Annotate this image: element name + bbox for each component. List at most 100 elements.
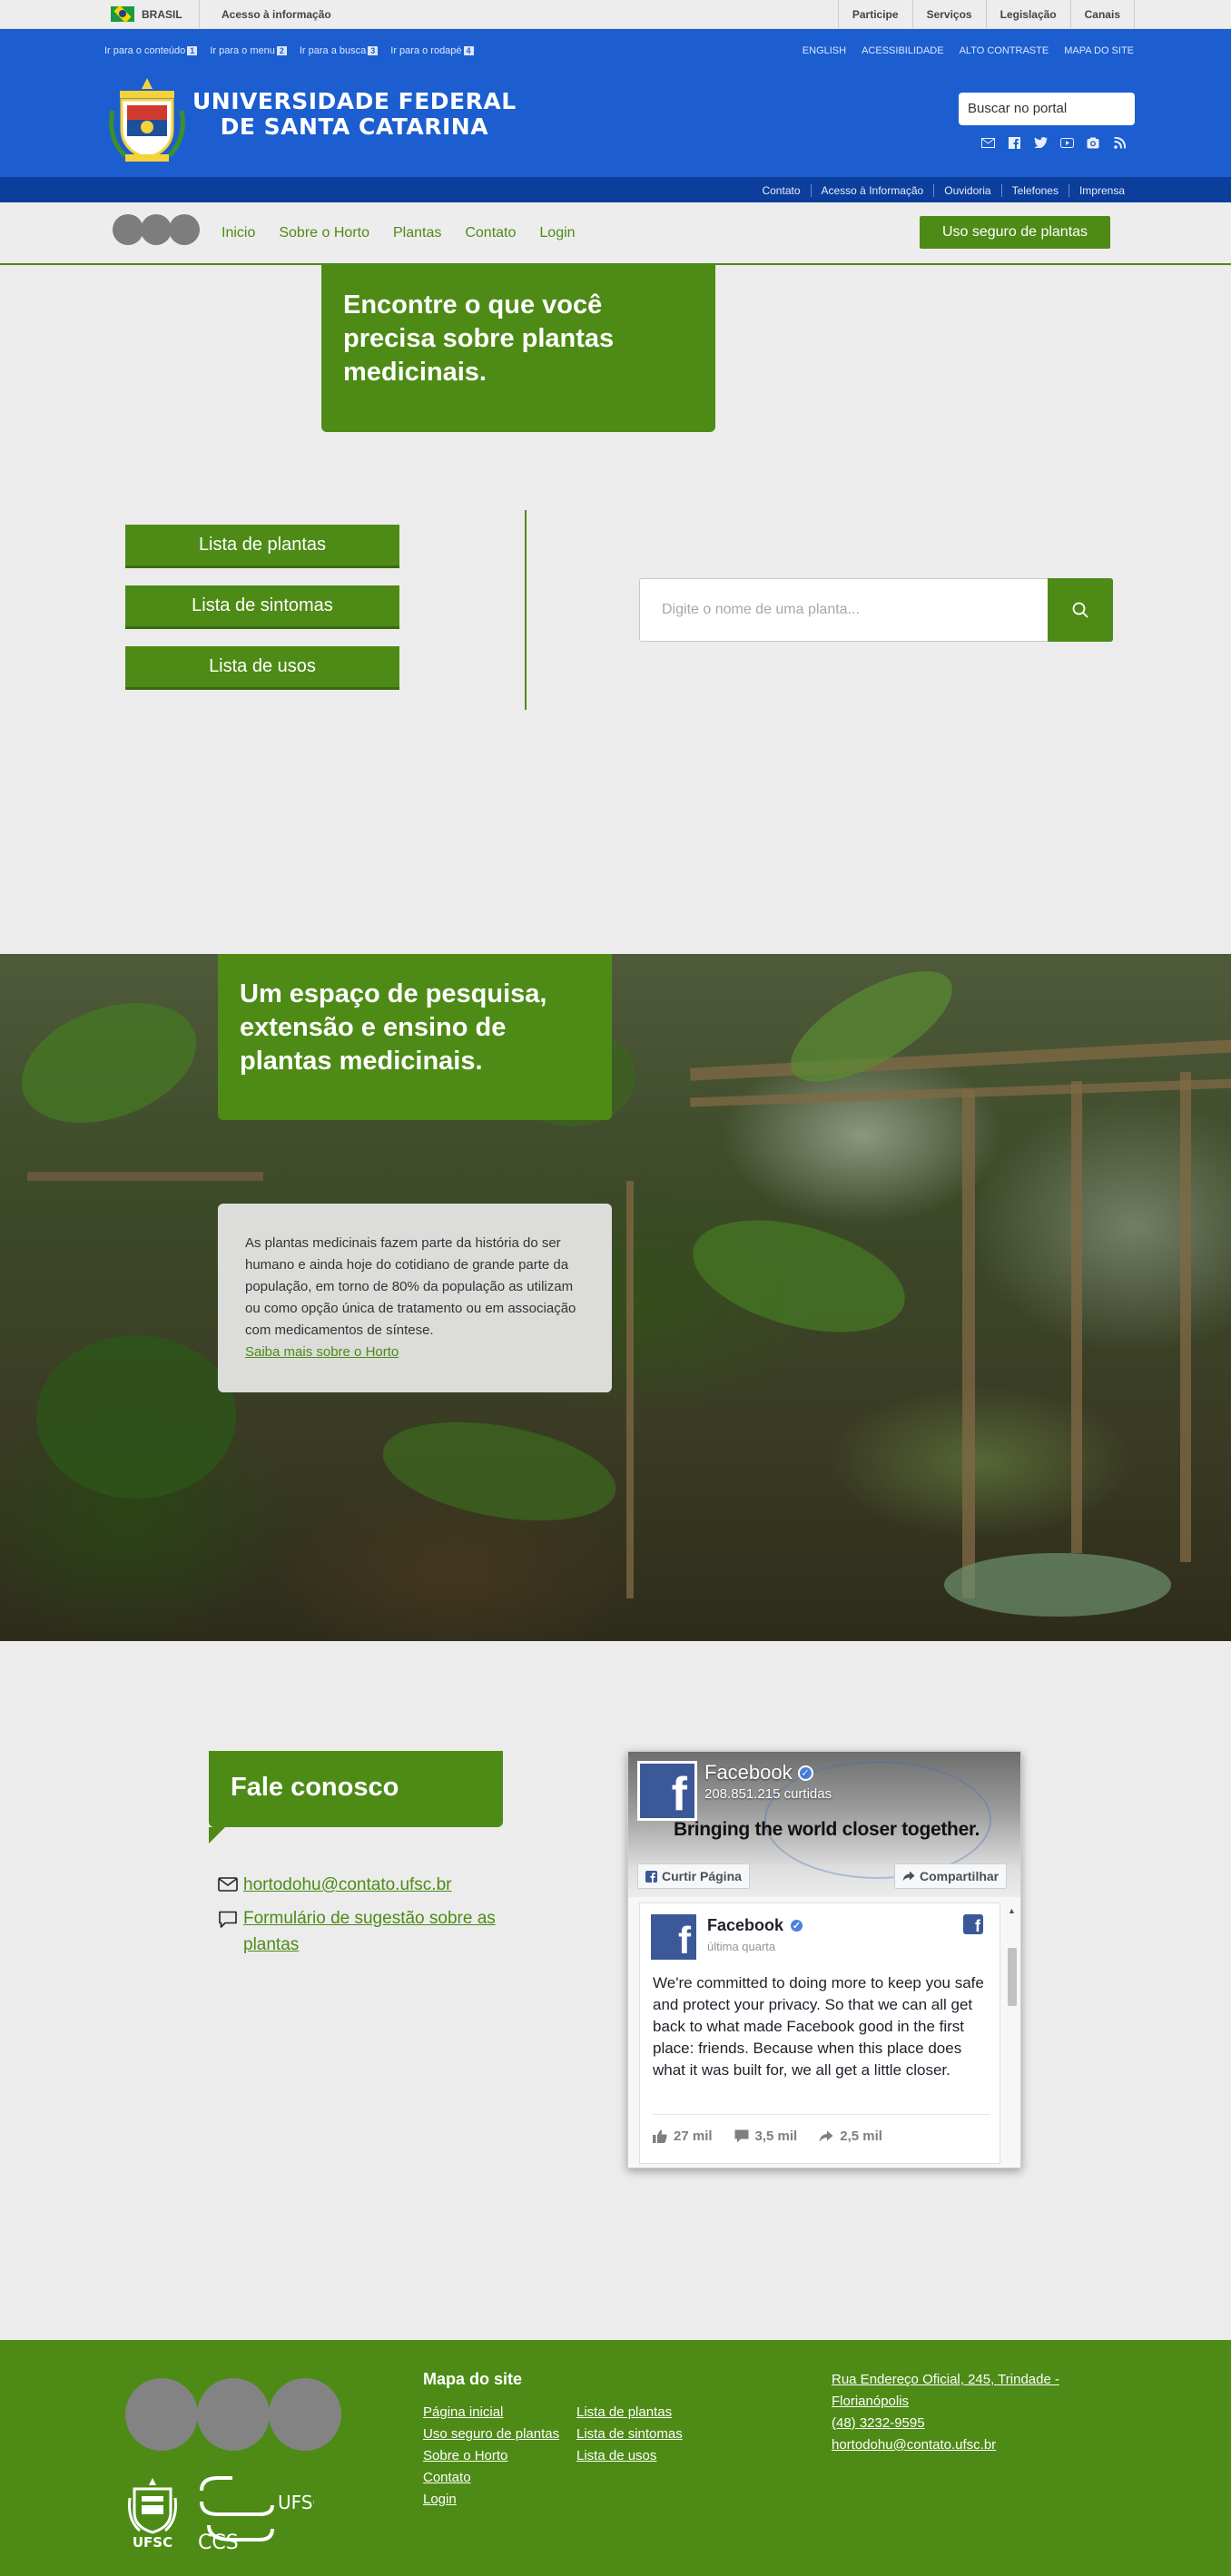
plant-list-button[interactable]: Lista de plantas xyxy=(125,525,399,568)
like-page-button[interactable]: Curtir Página xyxy=(637,1863,750,1889)
sitemap-title: Mapa do site xyxy=(423,2370,523,2388)
ufsc-crest-icon[interactable] xyxy=(107,74,187,165)
facebook-avatar-icon[interactable]: f xyxy=(651,1914,696,1960)
footer-link-about[interactable]: Sobre o Horto xyxy=(423,2447,559,2465)
facebook-widget: f Facebook ✓ 208.851.215 curtidas Bringin… xyxy=(627,1751,1021,2168)
nav-item-sobre[interactable]: Sobre o Horto xyxy=(279,225,369,241)
nav-menu: Inicio Sobre o Horto Plantas Contato Log… xyxy=(222,202,576,263)
sublink-imprensa[interactable]: Imprensa xyxy=(1068,184,1135,197)
scroll-up-icon[interactable]: ▲ xyxy=(1008,1906,1016,1915)
sublink-contato[interactable]: Contato xyxy=(752,184,810,197)
sublink-ouvidoria[interactable]: Ouvidoria xyxy=(933,184,1000,197)
mail-icon xyxy=(218,1877,238,1892)
english-link[interactable]: ENGLISH xyxy=(803,45,846,56)
post-scrollbar[interactable]: ▲ xyxy=(1006,1903,1019,2164)
plant-search-box xyxy=(639,578,1113,642)
share-button[interactable]: Compartilhar xyxy=(894,1863,1008,1889)
contact-title: Fale conosco xyxy=(209,1751,503,1844)
acesso-informacao-link[interactable]: Acesso à informação xyxy=(222,0,331,28)
nav-item-plantas[interactable]: Plantas xyxy=(393,225,441,241)
post-comments[interactable]: 3,5 mil xyxy=(734,2129,797,2144)
footer-link-login[interactable]: Login xyxy=(423,2491,559,2509)
footer-links-col1: Página inicial Uso seguro de plantas Sob… xyxy=(423,2404,559,2509)
footer-link-contact[interactable]: Contato xyxy=(423,2469,559,2487)
comment-bubble-icon xyxy=(734,2129,749,2143)
gov-links: Participe Serviços Legislação Canais xyxy=(837,0,1135,28)
social-links xyxy=(980,136,1127,149)
gov-link-canais[interactable]: Canais xyxy=(1069,0,1135,28)
twitter-icon[interactable] xyxy=(1033,136,1048,149)
footer-link-plants[interactable]: Lista de plantas xyxy=(576,2404,683,2422)
gov-link-legislacao[interactable]: Legislação xyxy=(985,0,1070,28)
skip-links: Ir para o conteúdo 1 Ir para o menu 2 Ir p… xyxy=(104,45,474,56)
brazil-flag-icon xyxy=(111,6,134,22)
footer-link-symptoms[interactable]: Lista de sintomas xyxy=(576,2425,683,2443)
portal-search-input[interactable]: Buscar no portal xyxy=(959,93,1135,125)
garden-text-card: As plantas medicinais fazem parte da his… xyxy=(218,1204,612,1392)
scrollbar-thumb[interactable] xyxy=(1008,1948,1017,2006)
contact-email-link[interactable]: hortodohu@contato.ufsc.br xyxy=(243,1872,451,1898)
sublink-telefones[interactable]: Telefones xyxy=(1000,184,1069,197)
skip-to-content[interactable]: Ir para o conteúdo 1 xyxy=(104,45,198,56)
nav-item-login[interactable]: Login xyxy=(539,225,575,241)
use-list-button[interactable]: Lista de usos xyxy=(125,646,399,690)
email-icon[interactable] xyxy=(980,136,995,149)
nav-item-inicio[interactable]: Inicio xyxy=(222,225,255,241)
vertical-divider xyxy=(525,510,527,710)
symptom-list-button[interactable]: Lista de sintomas xyxy=(125,585,399,629)
brasil-link[interactable]: BRASIL xyxy=(111,0,200,28)
plant-search-button[interactable] xyxy=(1048,578,1113,642)
footer-phone[interactable]: (48) 3232-9595 xyxy=(832,2413,1104,2434)
comment-icon xyxy=(219,1911,237,1928)
about-horto-link[interactable]: Saiba mais sobre o Horto xyxy=(245,1342,585,1363)
post-reactions[interactable]: 27 mil xyxy=(653,2129,713,2144)
search-icon xyxy=(1072,602,1088,618)
footer-link-safe-use[interactable]: Uso seguro de plantas xyxy=(423,2425,559,2443)
logo-circle xyxy=(125,2378,198,2451)
logo-circle xyxy=(113,214,143,245)
footer-logo-placeholder xyxy=(125,2378,341,2451)
footer-link-uses[interactable]: Lista de usos xyxy=(576,2447,683,2465)
post-shares[interactable]: 2,5 mil xyxy=(819,2129,882,2144)
gov-link-servicos[interactable]: Serviços xyxy=(911,0,986,28)
instagram-icon[interactable] xyxy=(1086,136,1100,149)
facebook-mini-icon[interactable]: f xyxy=(963,1914,983,1934)
footer-link-home[interactable]: Página inicial xyxy=(423,2404,559,2422)
sitemap-link[interactable]: MAPA DO SITE xyxy=(1064,45,1134,56)
youtube-icon[interactable] xyxy=(1059,136,1074,149)
rss-icon[interactable] xyxy=(1112,136,1127,149)
ccs-logo-text-ccs: CCS xyxy=(198,2532,239,2551)
sublink-acesso-informacao[interactable]: Acesso à Informação xyxy=(810,184,934,197)
facebook-page-name[interactable]: Facebook ✓ xyxy=(704,1761,813,1785)
header-top-links: ENGLISH ACESSIBILIDADE ALTO CONTRASTE MA… xyxy=(803,45,1134,56)
suggestion-form-link[interactable]: Formulário de sugestão sobre as plantas xyxy=(243,1905,508,1958)
ufsc-logo: UFSC xyxy=(128,2478,177,2549)
post-stats: 27 mil 3,5 mil 2,5 mil xyxy=(653,2114,990,2144)
university-name[interactable]: UNIVERSIDADE FEDERAL DE SANTA CATARINA xyxy=(192,89,517,140)
facebook-icon[interactable] xyxy=(1007,136,1021,149)
facebook-logo-icon[interactable]: f xyxy=(637,1761,697,1821)
gov-link-participe[interactable]: Participe xyxy=(837,0,912,28)
skip-to-footer[interactable]: Ir para o rodapé 4 xyxy=(390,45,474,56)
high-contrast-link[interactable]: ALTO CONTRASTE xyxy=(960,45,1049,56)
contact-email-row: hortodohu@contato.ufsc.br xyxy=(218,1872,451,1898)
site-logo-placeholder[interactable] xyxy=(113,214,200,245)
plant-search-input[interactable] xyxy=(640,579,1049,641)
footer-email[interactable]: hortodohu@contato.ufsc.br xyxy=(832,2434,1104,2456)
ufsc-logo-text: UFSC xyxy=(133,2534,172,2549)
ccs-logo: UFSC CCS xyxy=(198,2476,314,2551)
footer-address[interactable]: Rua Endereço Oficial, 245, Trindade - Fl… xyxy=(832,2369,1104,2413)
post-author[interactable]: Facebook ✓ xyxy=(707,1916,805,1935)
garden-text: As plantas medicinais fazem parte da his… xyxy=(245,1235,576,1338)
skip-to-search[interactable]: Ir para a busca 3 xyxy=(300,45,379,56)
safe-use-button[interactable]: Uso seguro de plantas xyxy=(920,216,1110,249)
skip-to-menu[interactable]: Ir para o menu 2 xyxy=(210,45,287,56)
logo-circle xyxy=(169,214,200,245)
nav-item-contato[interactable]: Contato xyxy=(465,225,516,241)
accessibility-link[interactable]: ACESSIBILIDADE xyxy=(862,45,943,56)
footer-contact: Rua Endereço Oficial, 245, Trindade - Fl… xyxy=(832,2369,1104,2456)
share-icon xyxy=(902,1871,915,1882)
facebook-cover: f Facebook ✓ 208.851.215 curtidas Bringin… xyxy=(628,1752,1020,1897)
facebook-likes: 208.851.215 curtidas xyxy=(704,1786,832,1802)
post-time[interactable]: última quarta xyxy=(707,1940,775,1953)
